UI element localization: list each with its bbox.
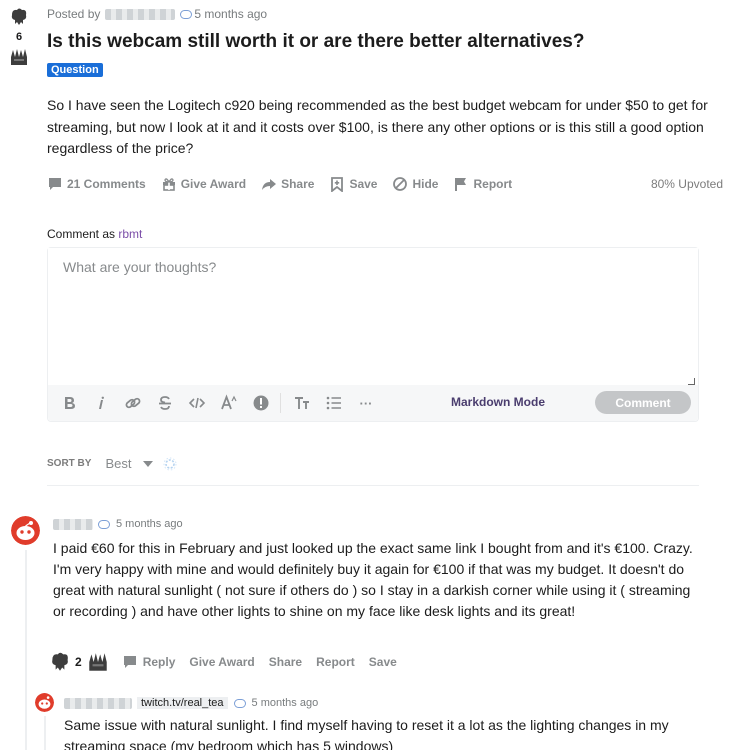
bold-icon (65, 397, 75, 409)
avatar[interactable] (35, 693, 54, 712)
comment-icon (49, 178, 61, 190)
italic-button[interactable] (88, 390, 114, 416)
comment-time[interactable]: 5 months ago (252, 697, 319, 709)
post-title: Is this webcam still worth it or are the… (47, 31, 585, 52)
thread-line[interactable] (25, 550, 27, 750)
strikethrough-button[interactable] (152, 390, 178, 416)
vote-count: 6 (15, 31, 23, 43)
give-award-button[interactable]: Give Award (161, 176, 246, 192)
thread-line[interactable] (44, 716, 46, 750)
more-options-icon: ··· (359, 395, 373, 411)
comment-vote-count: 2 (75, 655, 82, 669)
comment-body: Same issue with natural sunlight. I find… (64, 717, 669, 750)
share-icon (262, 179, 277, 190)
markdown-mode-button[interactable]: Markdown Mode (451, 395, 545, 409)
award-icon (98, 519, 110, 529)
bulleted-list-button[interactable] (321, 390, 347, 416)
upvote-ratio: 80% Upvoted (650, 177, 723, 191)
post-flair[interactable]: Question (47, 63, 103, 77)
downvote-icon[interactable] (86, 650, 110, 674)
bookmark-icon (331, 177, 344, 192)
give-award-button[interactable]: Give Award (189, 655, 254, 669)
italic-icon (99, 396, 104, 409)
loading-spinner-icon (163, 457, 177, 470)
sort-divider (47, 485, 699, 486)
submit-comment-button[interactable]: Comment (595, 391, 691, 414)
posted-by-label: Posted by (47, 7, 101, 21)
save-label: Save (349, 177, 378, 191)
reply-label: Reply (142, 655, 176, 669)
comment-editor: ··· Markdown Mode Comment (47, 247, 699, 422)
gift-icon (162, 178, 175, 191)
spoiler-icon (253, 395, 269, 411)
give-award-label: Give Award (180, 177, 247, 191)
toolbar-divider (280, 393, 281, 413)
comment-textarea[interactable] (48, 248, 698, 386)
spoiler-button[interactable] (248, 390, 274, 416)
comment-icon (123, 656, 136, 668)
hide-icon (393, 177, 408, 191)
link-button[interactable] (120, 390, 146, 416)
comment-actions: 2 Reply Give Award Share Report Save (48, 650, 411, 674)
superscript-button[interactable] (216, 390, 242, 416)
share-button[interactable]: Share (261, 176, 314, 192)
comments-count-label: 21 Comments (67, 177, 146, 191)
strikethrough-icon (159, 396, 171, 410)
post-vote-column: 6 (7, 6, 31, 68)
save-button[interactable]: Save (329, 176, 377, 192)
report-label: Report (473, 177, 513, 191)
comments-button[interactable]: 21 Comments (47, 176, 146, 192)
report-button[interactable]: Report (453, 176, 512, 192)
comment-meta: twitch.tv/real_tea 5 months ago (64, 697, 318, 709)
post-actions: 21 Comments Give Award Share Save Hide R… (47, 176, 723, 192)
hide-button[interactable]: Hide (392, 176, 438, 192)
hide-label: Hide (412, 177, 439, 191)
sort-value[interactable]: Best (105, 456, 131, 471)
comment-as-label: Comment as (47, 227, 116, 241)
user-flair: twitch.tv/real_tea (137, 697, 228, 709)
award-icon (233, 698, 246, 708)
heading-button[interactable] (289, 390, 315, 416)
comment-author-redacted[interactable] (53, 518, 93, 530)
current-username[interactable]: rbmt (118, 227, 142, 241)
superscript-icon (221, 394, 237, 410)
post-meta: Posted by 5 months ago (47, 7, 267, 21)
report-button[interactable]: Report (316, 655, 355, 669)
comment-author-redacted[interactable] (64, 697, 132, 709)
comment-time[interactable]: 5 months ago (116, 518, 183, 530)
flag-icon (455, 178, 467, 191)
post-time[interactable]: 5 months ago (194, 7, 267, 21)
award-icon (180, 9, 193, 19)
comment-meta: 5 months ago (53, 518, 183, 530)
heading-icon (295, 397, 309, 409)
inline-code-button[interactable] (184, 390, 210, 416)
chevron-down-icon[interactable] (143, 460, 154, 467)
editor-toolbar: ··· Markdown Mode Comment (48, 385, 698, 421)
bold-button[interactable] (56, 390, 82, 416)
sort-label: SORT BY (47, 458, 92, 469)
sort-control[interactable]: SORT BY Best (47, 456, 177, 471)
post-body: So I have seen the Logitech c920 being r… (47, 97, 708, 156)
resize-handle[interactable] (688, 378, 695, 385)
share-button[interactable]: Share (269, 655, 302, 669)
comment-as: Comment as rbmt (47, 227, 142, 241)
more-options-button[interactable]: ··· (353, 390, 379, 416)
link-icon (125, 397, 141, 409)
avatar[interactable] (11, 516, 40, 545)
comment-body: I paid €60 for this in February and just… (53, 540, 693, 619)
bulleted-list-icon (326, 396, 341, 410)
author-name-redacted[interactable] (105, 8, 176, 20)
downvote-icon[interactable] (8, 46, 30, 68)
upvote-icon[interactable] (8, 6, 30, 28)
save-button[interactable]: Save (369, 655, 397, 669)
code-icon (188, 397, 206, 409)
reply-button[interactable]: Reply (122, 654, 176, 670)
upvote-icon[interactable] (48, 650, 72, 674)
share-label: Share (281, 177, 315, 191)
